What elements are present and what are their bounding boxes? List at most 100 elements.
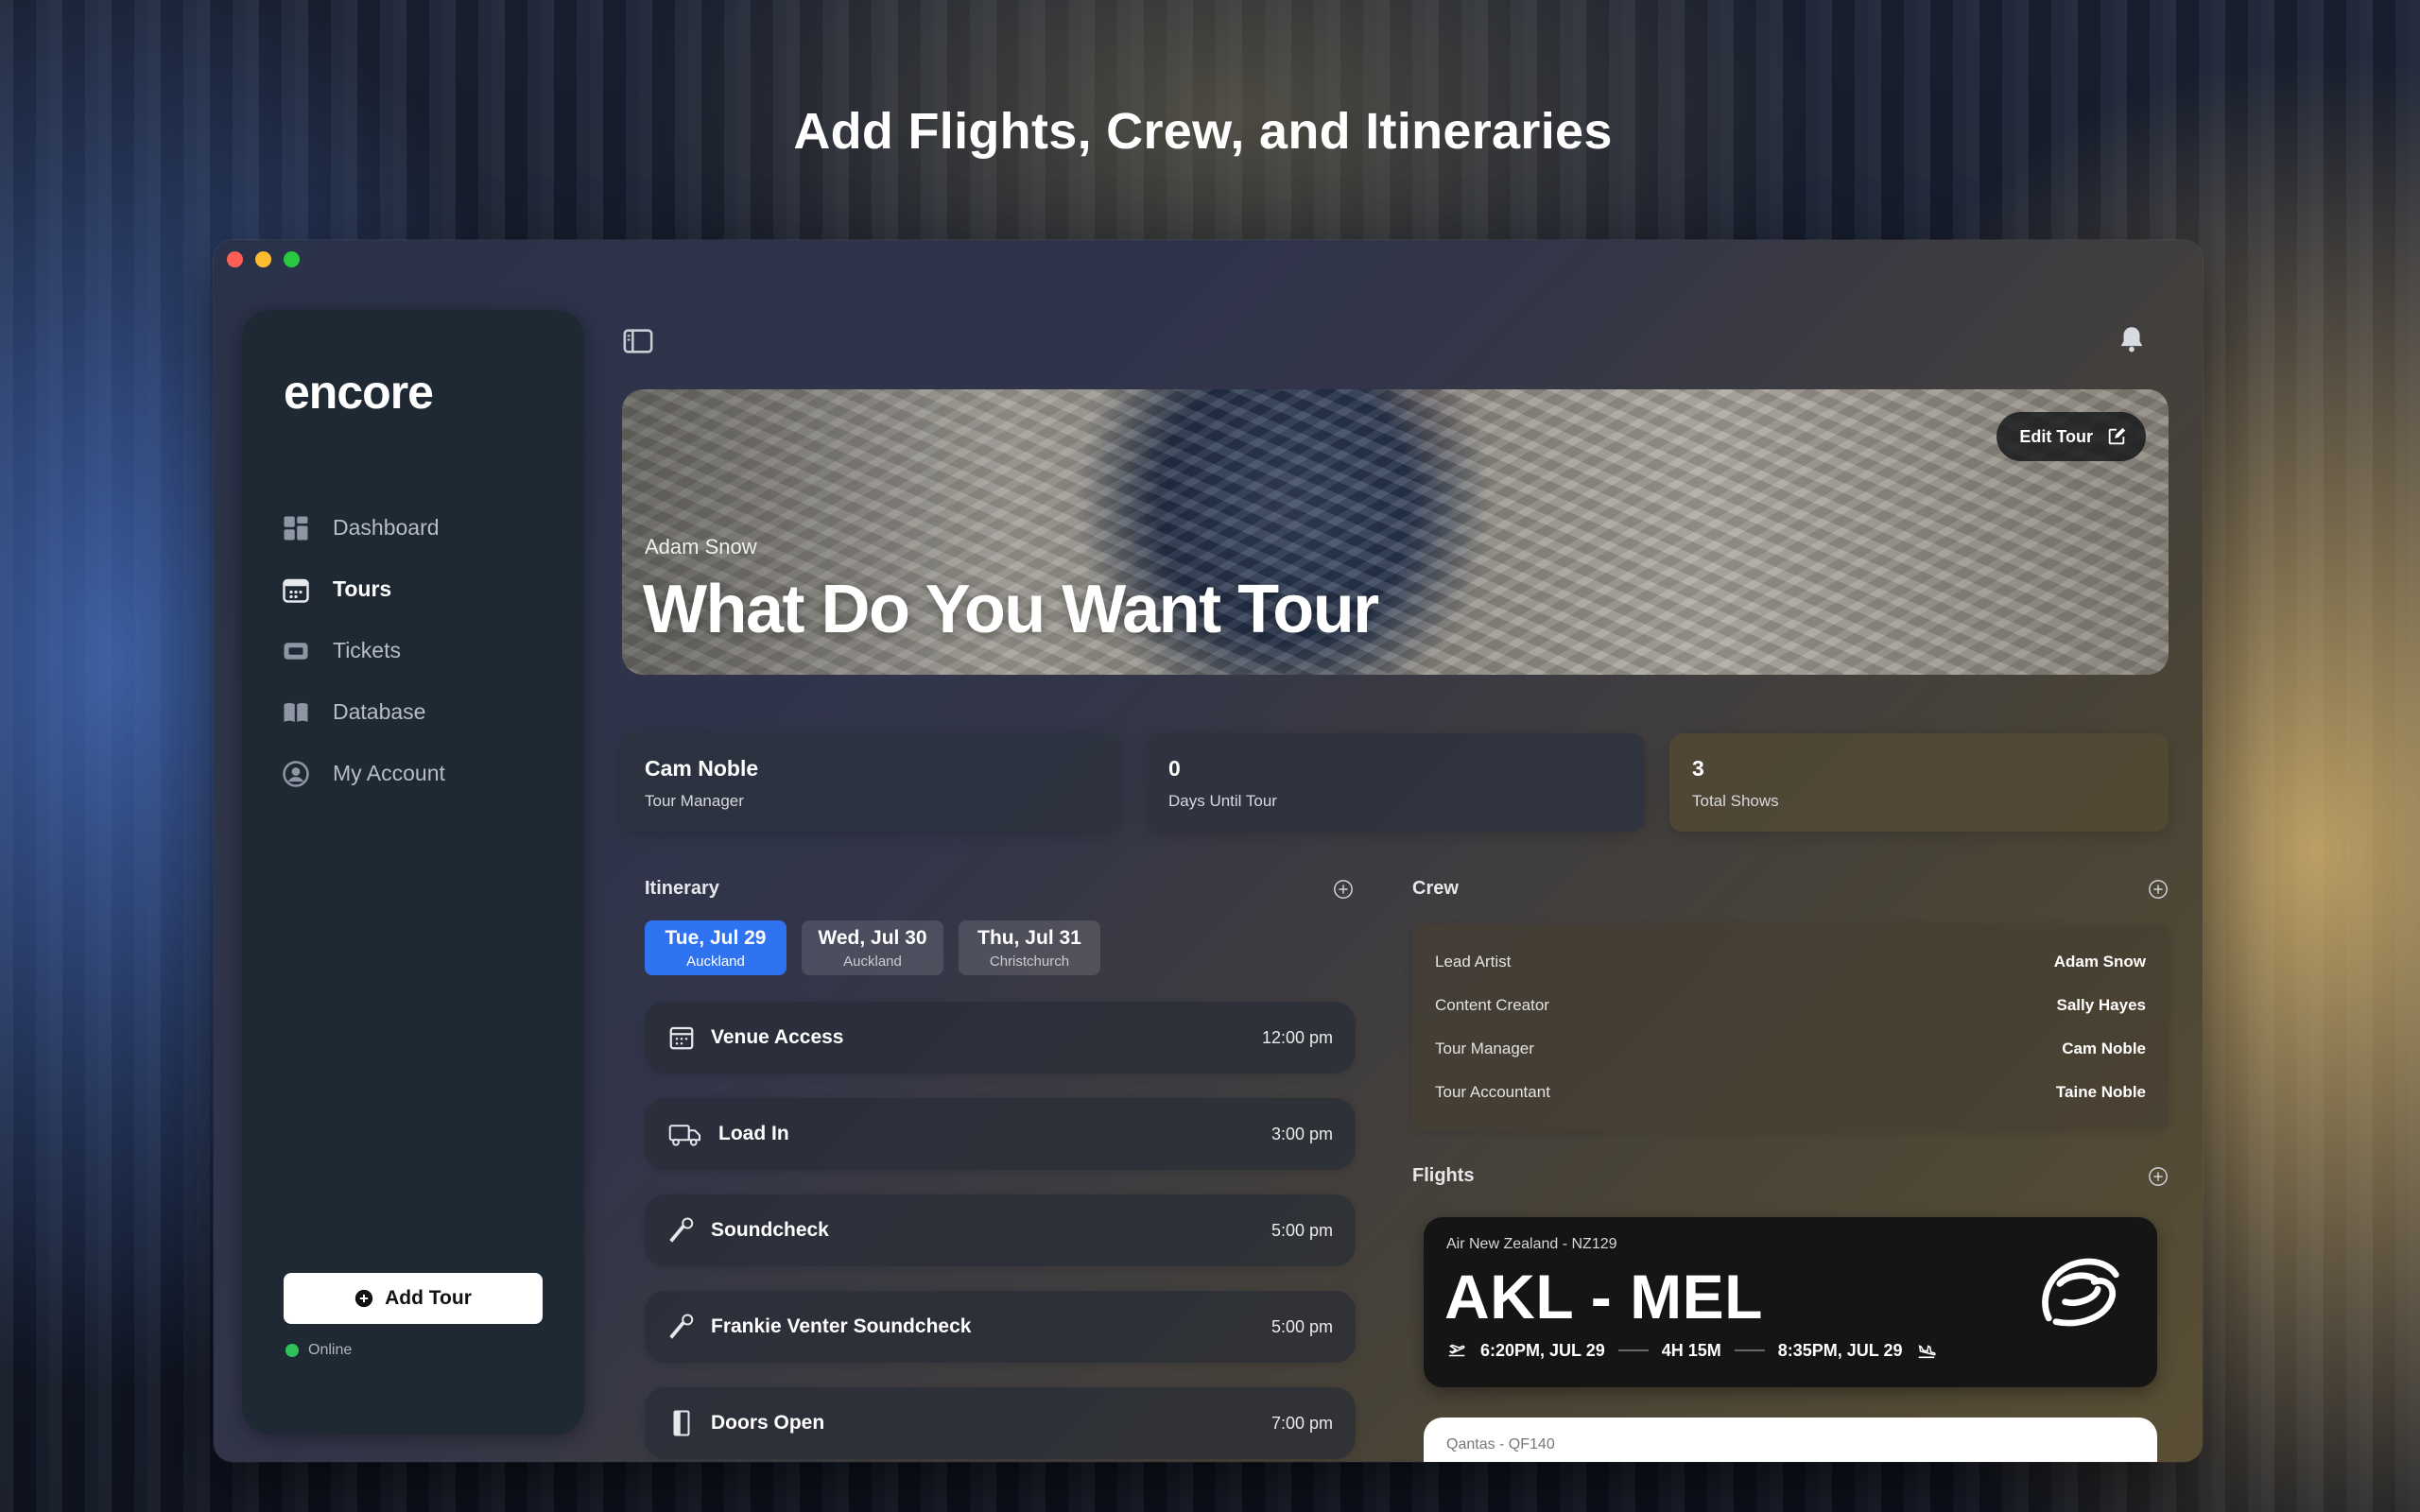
air-new-zealand-logo-icon <box>2042 1258 2119 1327</box>
day-date: Thu, Jul 31 <box>977 927 1081 949</box>
add-flight-icon[interactable] <box>2148 1166 2169 1187</box>
add-itinerary-icon[interactable] <box>1333 879 1354 900</box>
flight-route: AKL - MEL <box>1444 1262 1763 1332</box>
flight-duration: 4H 15M <box>1661 1340 1721 1360</box>
hero-title: What Do You Want Tour <box>643 572 1379 647</box>
table-row[interactable]: Lead Artist Adam Snow <box>1412 940 2169 984</box>
flight-depart: 6:20PM, JUL 29 <box>1480 1340 1605 1360</box>
crew-list: Lead Artist Adam Snow Content Creator Sa… <box>1412 924 2169 1130</box>
crew-name: Cam Noble <box>2062 1040 2146 1057</box>
flight-card[interactable]: Air New Zealand - NZ129 AKL - MEL 6:20PM… <box>1424 1217 2157 1387</box>
add-crew-icon[interactable] <box>2148 879 2169 900</box>
door-icon <box>673 1410 690 1436</box>
status-text: Online <box>308 1342 353 1358</box>
sidebar-item-label: Tours <box>333 576 392 601</box>
stat-card-shows: 3 Total Shows <box>1669 733 2169 832</box>
bell-icon[interactable] <box>2116 323 2148 355</box>
itinerary-event-list: Venue Access 12:00 pm Load In 3:00 pm So… <box>645 1002 1356 1462</box>
table-row[interactable]: Content Creator Sally Hayes <box>1412 984 2169 1027</box>
book-icon <box>284 702 308 722</box>
event-name: Soundcheck <box>711 1219 829 1241</box>
list-item[interactable]: Frankie Venter Soundcheck 5:00 pm <box>645 1291 1356 1363</box>
stat-label: Total Shows <box>1692 792 1779 810</box>
sidebar-item-database[interactable]: Database <box>282 681 445 743</box>
day-date: Wed, Jul 30 <box>818 927 927 949</box>
event-time: 5:00 pm <box>1270 1220 1333 1240</box>
crew-name: Taine Noble <box>2055 1083 2146 1101</box>
sidebar-item-label: Dashboard <box>333 515 440 540</box>
itinerary-day-tabs: Tue, Jul 29 Auckland Wed, Jul 30 Aucklan… <box>645 920 1100 975</box>
day-tab-jul-30[interactable]: Wed, Jul 30 Auckland <box>802 920 943 975</box>
close-window-button[interactable] <box>227 251 243 267</box>
day-date: Tue, Jul 29 <box>665 927 767 949</box>
edit-tour-button[interactable]: Edit Tour <box>1996 412 2146 461</box>
day-city: Auckland <box>686 954 745 970</box>
calendar-icon <box>669 1026 694 1050</box>
crew-role: Lead Artist <box>1435 953 1512 971</box>
sidebar-item-my-account[interactable]: My Account <box>282 743 445 804</box>
crew-name: Sally Hayes <box>2056 996 2146 1014</box>
add-tour-button[interactable]: Add Tour <box>284 1273 543 1324</box>
stat-label: Tour Manager <box>645 792 744 810</box>
crew-role: Content Creator <box>1435 996 1549 1014</box>
day-tab-jul-31[interactable]: Thu, Jul 31 Christchurch <box>959 920 1100 975</box>
list-item[interactable]: Venue Access 12:00 pm <box>645 1002 1356 1074</box>
calendar-icon <box>283 578 309 603</box>
sidebar-item-label: Database <box>333 699 426 724</box>
minimize-window-button[interactable] <box>255 251 271 267</box>
flight-card[interactable]: Qantas - QF140 <box>1424 1418 2157 1462</box>
stat-value: Cam Noble <box>645 756 759 781</box>
stat-card-manager: Cam Noble Tour Manager <box>622 733 1121 832</box>
stat-card-days: 0 Days Until Tour <box>1146 733 1645 832</box>
sidebar-item-label: Tickets <box>333 638 401 662</box>
edit-tour-label: Edit Tour <box>2019 426 2093 446</box>
app-logo: encore <box>284 366 434 419</box>
page-headline: Add Flights, Crew, and Itineraries <box>793 103 1613 160</box>
sidebar-item-tickets[interactable]: Tickets <box>282 620 445 681</box>
flight-arrive: 8:35PM, JUL 29 <box>1777 1340 1903 1360</box>
sidebar-item-label: My Account <box>333 761 445 785</box>
itinerary-title: Itinerary <box>645 878 719 899</box>
event-time: 12:00 pm <box>1261 1027 1333 1047</box>
microphone-icon <box>669 1217 694 1243</box>
event-time: 7:00 pm <box>1270 1413 1333 1433</box>
event-name: Load In <box>718 1123 789 1144</box>
event-name: Venue Access <box>711 1026 844 1048</box>
event-name: Frankie Venter Soundcheck <box>711 1315 972 1337</box>
crew-role: Tour Manager <box>1435 1040 1534 1057</box>
sidebar-item-dashboard[interactable]: Dashboard <box>282 497 445 558</box>
hero-artist: Adam Snow <box>645 535 757 558</box>
crew-role: Tour Accountant <box>1435 1083 1550 1101</box>
zoom-window-button[interactable] <box>284 251 300 267</box>
add-tour-label: Add Tour <box>385 1287 472 1309</box>
sidebar-toggle-icon[interactable] <box>622 325 654 357</box>
sidebar-item-tours[interactable]: Tours <box>282 558 445 620</box>
divider <box>1617 1349 1649 1351</box>
list-item[interactable]: Load In 3:00 pm <box>645 1098 1356 1170</box>
app-window: encore Dashboard Tours Tickets Database … <box>214 240 2203 1462</box>
stat-value: 3 <box>1692 756 1704 781</box>
dashboard-icon <box>284 516 308 540</box>
tour-hero-banner: Adam Snow What Do You Want Tour Edit Tou… <box>622 389 2169 675</box>
day-tab-jul-29[interactable]: Tue, Jul 29 Auckland <box>645 920 786 975</box>
flight-times: 6:20PM, JUL 29 4H 15M 8:35PM, JUL 29 <box>1446 1340 1937 1361</box>
table-row[interactable]: Tour Accountant Taine Noble <box>1412 1071 2169 1114</box>
plus-circle-icon <box>354 1289 373 1308</box>
edit-icon <box>2108 427 2126 445</box>
truck-icon <box>668 1125 700 1146</box>
crew-name: Adam Snow <box>2053 953 2146 971</box>
divider <box>1734 1349 1765 1351</box>
event-time: 3:00 pm <box>1270 1124 1333 1143</box>
list-item[interactable]: Doors Open 7:00 pm <box>645 1387 1356 1459</box>
list-item[interactable]: Soundcheck 5:00 pm <box>645 1194 1356 1266</box>
event-name: Doors Open <box>711 1412 825 1434</box>
status-dot-icon <box>285 1344 299 1357</box>
stat-label: Days Until Tour <box>1168 792 1277 810</box>
day-city: Christchurch <box>989 954 1070 970</box>
takeoff-icon <box>1448 1344 1465 1357</box>
flight-airline: Qantas - QF140 <box>1446 1436 1555 1452</box>
flight-airline: Air New Zealand - NZ129 <box>1446 1236 1617 1252</box>
table-row[interactable]: Tour Manager Cam Noble <box>1412 1027 2169 1071</box>
window-controls <box>227 251 300 267</box>
landing-icon <box>1918 1345 1936 1359</box>
